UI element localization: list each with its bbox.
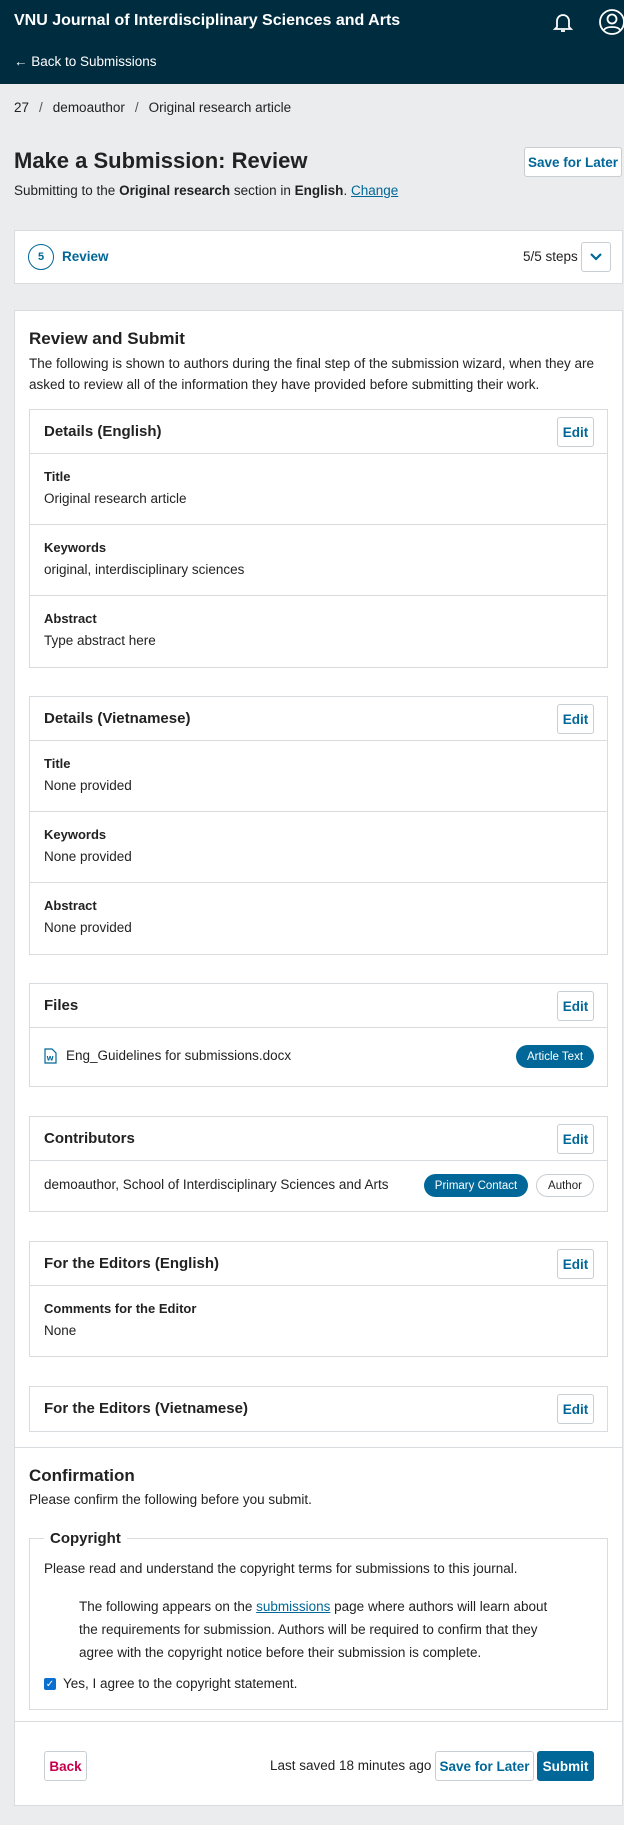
field-value: original, interdisciplinary sciences: [44, 562, 245, 577]
steps-toggle-button[interactable]: [581, 242, 611, 272]
details-vietnamese-card: Details (Vietnamese) Edit Title None provi…: [29, 696, 608, 955]
chevron-down-icon: [590, 253, 602, 261]
field-value: None provided: [44, 849, 132, 864]
confirmation-section: Confirmation Please confirm the followin…: [15, 1447, 622, 1710]
back-button[interactable]: Back: [44, 1751, 87, 1781]
card-heading: Details (Vietnamese): [44, 710, 191, 727]
edit-button[interactable]: Edit: [557, 991, 594, 1021]
subtitle-mid: section in: [230, 183, 295, 198]
subtitle-prefix: Submitting to the: [14, 183, 120, 198]
breadcrumb-separator: /: [134, 100, 139, 115]
subtitle-end: .: [343, 183, 351, 198]
page-subtitle: Submitting to the Original research sect…: [14, 183, 398, 198]
field-value: None provided: [44, 920, 132, 935]
copyright-fieldset: Copyright Please read and understand the…: [29, 1530, 608, 1710]
edit-button[interactable]: Edit: [557, 704, 594, 734]
file-name[interactable]: Eng_Guidelines for submissions.docx: [66, 1048, 291, 1063]
save-for-later-button[interactable]: Save for Later: [435, 1751, 534, 1781]
primary-contact-badge: Primary Contact: [424, 1174, 528, 1197]
form-footer: Back Last saved 18 minutes ago Save for …: [15, 1721, 622, 1806]
breadcrumb-id[interactable]: 27: [14, 100, 29, 115]
copyright-agree-checkbox[interactable]: ✓: [44, 1678, 56, 1690]
card-heading: Contributors: [44, 1130, 135, 1147]
card-heading: Details (English): [44, 423, 162, 440]
field-label: Abstract: [44, 611, 97, 626]
notice-prefix: The following appears on the: [79, 1599, 257, 1614]
field-label: Comments for the Editor: [44, 1301, 197, 1316]
field-label: Title: [44, 756, 71, 771]
field-value: None provided: [44, 778, 132, 793]
back-to-submissions-link[interactable]: ← Back to Submissions: [14, 54, 157, 69]
step-count: 5/5 steps: [523, 249, 578, 264]
review-panel: Review and Submit The following is shown…: [14, 310, 623, 1806]
card-heading: For the Editors (English): [44, 1255, 219, 1272]
page-title: Make a Submission: Review: [14, 148, 308, 173]
confirmation-heading: Confirmation: [29, 1466, 135, 1485]
editors-english-card: For the Editors (English) Edit Comments f…: [29, 1241, 608, 1357]
step-number: 5: [28, 244, 54, 270]
file-type-badge: Article Text: [516, 1045, 594, 1068]
submit-button[interactable]: Submit: [537, 1751, 594, 1781]
copyright-agree-label[interactable]: Yes, I agree to the copyright statement.: [63, 1676, 297, 1691]
last-saved-status: Last saved 18 minutes ago: [270, 1758, 432, 1773]
field-value: None: [44, 1323, 77, 1338]
change-link[interactable]: Change: [351, 183, 398, 198]
section-name: Original research: [119, 183, 231, 198]
field-label: Keywords: [44, 827, 107, 842]
edit-button[interactable]: Edit: [557, 417, 594, 447]
edit-button[interactable]: Edit: [557, 1249, 594, 1279]
field-value: Original research article: [44, 491, 187, 506]
breadcrumb: 27 / demoauthor / Original research article: [14, 100, 291, 115]
step-indicator: 5 Review 5/5 steps: [14, 230, 623, 284]
top-header: VNU Journal of Interdisciplinary Science…: [0, 0, 624, 84]
confirmation-intro: Please confirm the following before you …: [29, 1492, 312, 1507]
review-intro: The following is shown to authors during…: [29, 356, 595, 392]
save-for-later-button[interactable]: Save for Later: [524, 147, 622, 177]
editors-vietnamese-card: For the Editors (Vietnamese) Edit: [29, 1386, 608, 1432]
details-english-card: Details (English) Edit Title Original rese…: [29, 409, 608, 668]
svg-text:W: W: [47, 1055, 54, 1063]
author-role-badge: Author: [536, 1174, 594, 1197]
breadcrumb-author[interactable]: demoauthor: [53, 100, 125, 115]
bell-icon[interactable]: [551, 10, 575, 34]
field-label: Title: [44, 469, 71, 484]
submissions-link[interactable]: submissions: [256, 1599, 330, 1614]
user-avatar-icon[interactable]: [598, 8, 624, 36]
card-heading: For the Editors (Vietnamese): [44, 1400, 248, 1417]
copyright-notice: The following appears on the submissions…: [79, 1595, 569, 1664]
copyright-text: Please read and understand the copyright…: [44, 1561, 518, 1576]
language-name: English: [294, 183, 344, 198]
breadcrumb-article: Original research article: [148, 100, 292, 115]
breadcrumb-separator: /: [39, 100, 43, 115]
review-heading: Review and Submit: [29, 329, 185, 348]
contributors-card: Contributors Edit demoauthor, School of I…: [29, 1116, 608, 1212]
copyright-legend: Copyright: [44, 1530, 127, 1547]
field-label: Abstract: [44, 898, 97, 913]
step-label: Review: [62, 249, 109, 264]
card-heading: Files: [44, 997, 79, 1014]
files-card: Files Edit W Eng_Guidelines for submissio…: [29, 983, 608, 1087]
field-value: Type abstract here: [44, 633, 156, 648]
word-document-icon: W: [44, 1048, 57, 1064]
edit-button[interactable]: Edit: [557, 1124, 594, 1154]
edit-button[interactable]: Edit: [557, 1394, 594, 1424]
field-label: Keywords: [44, 540, 107, 555]
journal-name[interactable]: VNU Journal of Interdisciplinary Science…: [14, 12, 400, 30]
contributor-entry: demoauthor, School of Interdisciplinary …: [44, 1177, 389, 1192]
